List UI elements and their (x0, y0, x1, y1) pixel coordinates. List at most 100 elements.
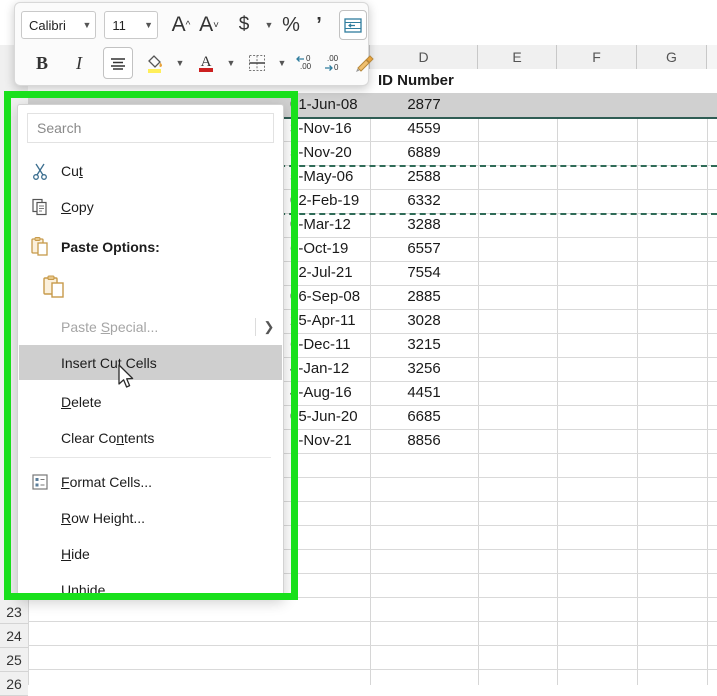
row-header-25[interactable]: 25 (0, 648, 28, 672)
cell-date-of-hire[interactable]: 5-May-06 (284, 165, 370, 189)
fill-color-icon[interactable] (142, 49, 168, 77)
font-name-combo[interactable]: Calibri ▼ (21, 11, 96, 39)
gridline-horizontal (28, 621, 717, 622)
row-header-26[interactable]: 26 (0, 672, 28, 696)
cell-id-number[interactable]: 8856 (370, 429, 478, 453)
column-header-E[interactable]: E (478, 45, 557, 69)
cell-date-of-hire[interactable]: 4-Aug-16 (284, 381, 370, 405)
menu-item-label: Paste Options: (61, 239, 282, 255)
format-cells-icon (19, 472, 61, 492)
chevron-down-icon[interactable]: ▼ (221, 49, 235, 77)
font-color-icon[interactable]: A (193, 49, 219, 77)
table-header-id-number: ID Number (372, 69, 480, 93)
increase-font-size-icon[interactable]: A^ (168, 11, 194, 39)
column-header-G[interactable]: G (637, 45, 707, 69)
cell-id-number[interactable]: 3288 (370, 213, 478, 237)
cell-date-of-hire[interactable]: 6-Oct-19 (284, 237, 370, 261)
cell-id-number[interactable]: 2885 (370, 285, 478, 309)
menu-item-label: Hide (61, 546, 282, 562)
menu-item-unhide[interactable]: Unhide (19, 572, 282, 607)
chevron-down-icon[interactable]: ▼ (272, 49, 286, 77)
chevron-right-icon[interactable]: ❯ (256, 319, 282, 335)
menu-item-delete[interactable]: Delete (19, 384, 282, 419)
cell-date-of-hire[interactable]: 1-Nov-21 (284, 429, 370, 453)
decrease-font-size-icon[interactable]: A˅ (196, 11, 222, 39)
menu-divider (30, 457, 271, 458)
format-painter-icon[interactable] (352, 49, 378, 77)
menu-item-label: Unhide (61, 582, 282, 598)
menu-item-label: Format Cells... (61, 474, 282, 490)
borders-icon[interactable] (244, 49, 270, 77)
gridline-vertical (557, 69, 558, 685)
menu-item-paste-special[interactable]: Paste Special... ❯ (19, 309, 282, 344)
font-size-combo[interactable]: 11 ▼ (104, 11, 158, 39)
cell-id-number[interactable]: 6557 (370, 237, 478, 261)
row-header-24[interactable]: 24 (0, 624, 28, 648)
cell-date-of-hire[interactable]: 06-Sep-08 (284, 285, 370, 309)
menu-item-label: Clear Contents (61, 430, 282, 446)
cell-id-number[interactable]: 4559 (370, 117, 478, 141)
gridline-horizontal (28, 645, 717, 646)
italic-icon[interactable]: I (66, 49, 92, 77)
cell-date-of-hire[interactable]: 4-Jan-12 (284, 357, 370, 381)
cell-id-number[interactable]: 3215 (370, 333, 478, 357)
menu-item-format-cells[interactable]: Format Cells... (19, 464, 282, 499)
decrease-decimal-icon[interactable]: 0.00 (293, 49, 319, 77)
cell-date-of-hire[interactable]: 5-Nov-20 (284, 141, 370, 165)
align-icon[interactable] (103, 47, 133, 79)
search-input[interactable] (28, 114, 273, 142)
svg-text:A: A (201, 54, 212, 70)
cell-id-number[interactable]: 7554 (370, 261, 478, 285)
search-box[interactable] (27, 113, 274, 143)
paste-options-row[interactable] (19, 265, 282, 309)
menu-item-insert-cut-cells[interactable]: Insert Cut Cells (19, 345, 282, 380)
gridline-horizontal (28, 669, 717, 670)
cell-date-of-hire[interactable]: 3-Nov-16 (284, 117, 370, 141)
cell-date-of-hire[interactable]: 05-Jun-20 (284, 405, 370, 429)
copy-icon (19, 197, 61, 217)
cell-date-of-hire[interactable]: 02-Feb-19 (284, 189, 370, 213)
menu-item-clear-contents[interactable]: Clear Contents (19, 420, 282, 455)
cell-id-number[interactable]: 6889 (370, 141, 478, 165)
scissors-icon (19, 161, 61, 181)
svg-text:.00: .00 (300, 62, 312, 71)
wrap-text-icon[interactable] (339, 10, 367, 40)
menu-item-copy[interactable]: Copy (19, 189, 282, 224)
chevron-down-icon[interactable]: ▼ (170, 49, 184, 77)
svg-text:0: 0 (334, 63, 339, 72)
cell-id-number[interactable]: 6685 (370, 405, 478, 429)
font-size-value: 11 (112, 18, 138, 33)
cell-id-number[interactable]: 2877 (370, 93, 478, 117)
menu-item-label: Copy (61, 199, 282, 215)
cell-id-number[interactable]: 4451 (370, 381, 478, 405)
cell-date-of-hire[interactable]: 12-Jul-21 (284, 261, 370, 285)
percent-style-icon[interactable]: % (278, 11, 304, 39)
floating-mini-toolbar[interactable]: Calibri ▼ 11 ▼ A^ A˅ $ ▼ % ’ B I ▼ A ▼ (14, 2, 369, 86)
cell-id-number[interactable]: 6332 (370, 189, 478, 213)
cell-id-number[interactable]: 3256 (370, 357, 478, 381)
bold-icon[interactable]: B (29, 49, 55, 77)
comma-style-icon[interactable]: ’ (306, 11, 332, 39)
cell-date-of-hire[interactable]: 6-Dec-11 (284, 333, 370, 357)
cell-id-number[interactable]: 3028 (370, 309, 478, 333)
menu-item-row-height[interactable]: Row Height... (19, 500, 282, 535)
paste-clipboard-icon[interactable] (33, 274, 75, 300)
chevron-down-icon[interactable]: ▼ (144, 20, 153, 30)
font-name-value: Calibri (29, 18, 76, 33)
cell-date-of-hire[interactable]: 25-Apr-11 (284, 309, 370, 333)
column-header-F[interactable]: F (557, 45, 637, 69)
menu-item-label: Delete (61, 394, 282, 410)
menu-item-cut[interactable]: Cut (19, 153, 282, 188)
cell-date-of-hire[interactable]: 01-Jun-08 (284, 93, 370, 117)
chevron-down-icon[interactable]: ▼ (259, 11, 273, 39)
menu-item-hide[interactable]: Hide (19, 536, 282, 571)
increase-decimal-icon[interactable]: .000 (321, 49, 347, 77)
accounting-format-icon[interactable]: $ (231, 11, 257, 39)
chevron-down-icon[interactable]: ▼ (82, 20, 91, 30)
gridline-vertical (637, 69, 638, 685)
gridline-vertical (707, 69, 708, 685)
context-menu[interactable]: Cut Copy Paste Options: Paste Special...… (17, 104, 284, 598)
column-header-D[interactable]: D (370, 45, 478, 69)
cell-id-number[interactable]: 2588 (370, 165, 478, 189)
cell-date-of-hire[interactable]: 0-Mar-12 (284, 213, 370, 237)
